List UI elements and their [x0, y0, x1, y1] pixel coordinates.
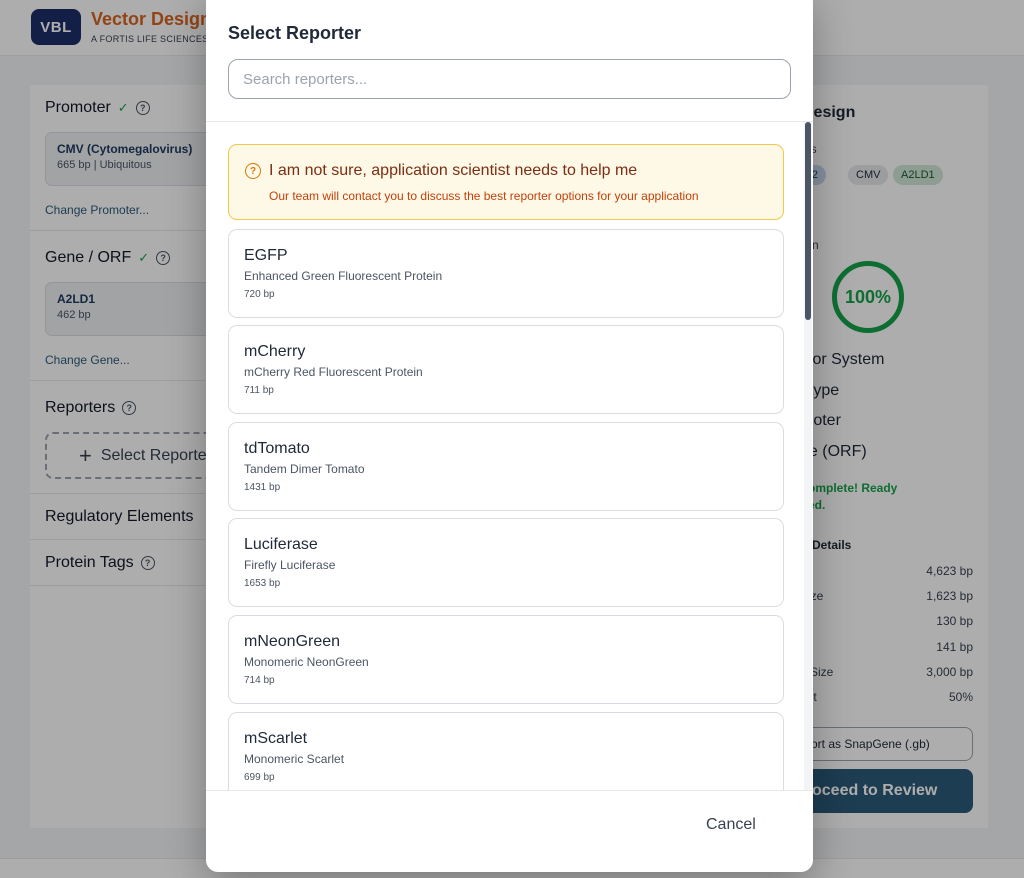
question-circle-icon: ?	[245, 163, 261, 179]
help-option-subtitle: Our team will contact you to discuss the…	[269, 189, 699, 203]
reporter-name: mCherry	[244, 343, 306, 360]
reporter-name: mNeonGreen	[244, 633, 341, 650]
reporter-description: Firefly Luciferase	[244, 558, 336, 572]
reporter-option-luciferase[interactable]: Luciferase Firefly Luciferase 1653 bp	[228, 518, 784, 607]
reporter-name: mScarlet	[244, 730, 308, 747]
reporter-description: mCherry Red Fluorescent Protein	[244, 365, 423, 379]
reporter-option-mcherry[interactable]: mCherry mCherry Red Fluorescent Protein …	[228, 325, 784, 414]
reporter-size: 714 bp	[244, 675, 275, 686]
cancel-button[interactable]: Cancel	[706, 816, 756, 834]
reporter-size: 1431 bp	[244, 482, 281, 493]
reporter-name: tdTomato	[244, 440, 310, 457]
reporter-size: 1653 bp	[244, 578, 281, 589]
reporter-name: Luciferase	[244, 536, 318, 553]
scientist-help-option[interactable]: ? I am not sure, application scientist n…	[228, 144, 784, 220]
reporter-description: Tandem Dimer Tomato	[244, 462, 365, 476]
reporter-size: 711 bp	[244, 385, 274, 396]
dialog-title: Select Reporter	[228, 23, 362, 43]
reporter-description: Enhanced Green Fluorescent Protein	[244, 269, 443, 283]
help-option-title: I am not sure, application scientist nee…	[269, 162, 638, 179]
reporter-option-egfp[interactable]: EGFP Enhanced Green Fluorescent Protein …	[228, 229, 784, 318]
reporter-option-mscarlet[interactable]: mScarlet Monomeric Scarlet 699 bp	[228, 712, 784, 790]
reporter-description: Monomeric Scarlet	[244, 752, 345, 766]
reporter-name: EGFP	[244, 247, 288, 264]
reporter-description: Monomeric NeonGreen	[244, 655, 369, 669]
reporter-size: 699 bp	[244, 772, 275, 783]
select-reporter-dialog: Select Reporter ? I am not sure, applica…	[206, 0, 813, 872]
reporter-option-tdtomato[interactable]: tdTomato Tandem Dimer Tomato 1431 bp	[228, 422, 784, 511]
search-reporters-input[interactable]	[228, 59, 791, 99]
reporter-list: ? I am not sure, application scientist n…	[206, 122, 813, 790]
reporter-size: 720 bp	[244, 289, 275, 300]
scrollbar-thumb[interactable]	[805, 122, 811, 320]
divider	[206, 790, 813, 791]
reporter-option-mneongreen[interactable]: mNeonGreen Monomeric NeonGreen 714 bp	[228, 615, 784, 704]
